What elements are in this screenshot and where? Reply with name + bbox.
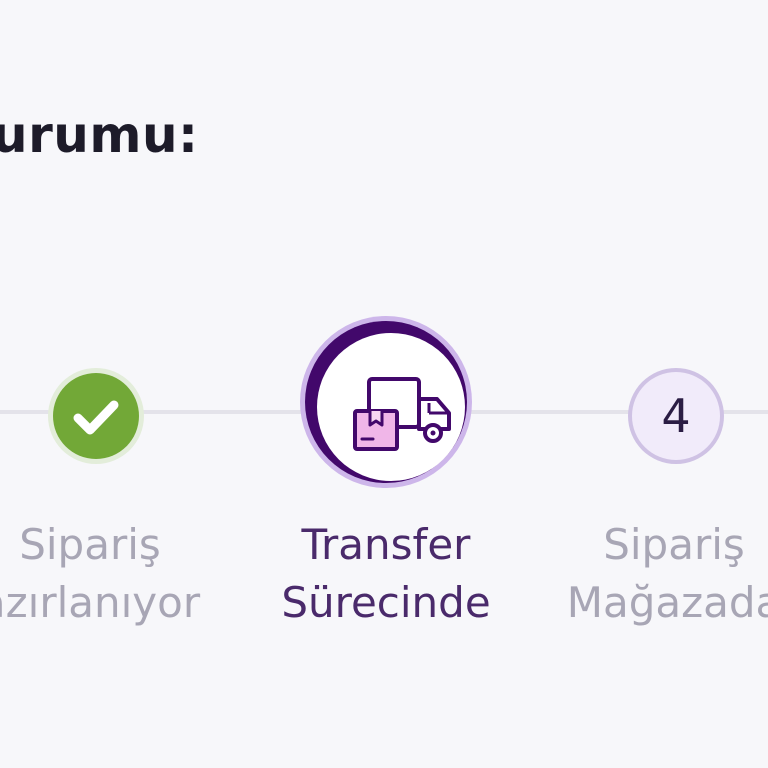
step-label-pending: Sipariş Mağazada bbox=[504, 516, 768, 632]
checkmark-icon bbox=[73, 400, 119, 435]
transfer-truck-icon bbox=[353, 377, 451, 451]
order-status-heading: urumu: bbox=[0, 106, 199, 164]
step-pending-indicator: 4 bbox=[628, 368, 724, 464]
step-completed-indicator bbox=[48, 368, 144, 464]
step-label-line: Sipariş bbox=[603, 520, 745, 569]
step-label-line: Mağazada bbox=[566, 578, 768, 627]
order-status-page: urumu: 4 Sipariş azırlanıyor Transfer Sü… bbox=[0, 0, 768, 768]
step-number: 4 bbox=[632, 372, 720, 460]
step-active-indicator bbox=[300, 316, 472, 488]
